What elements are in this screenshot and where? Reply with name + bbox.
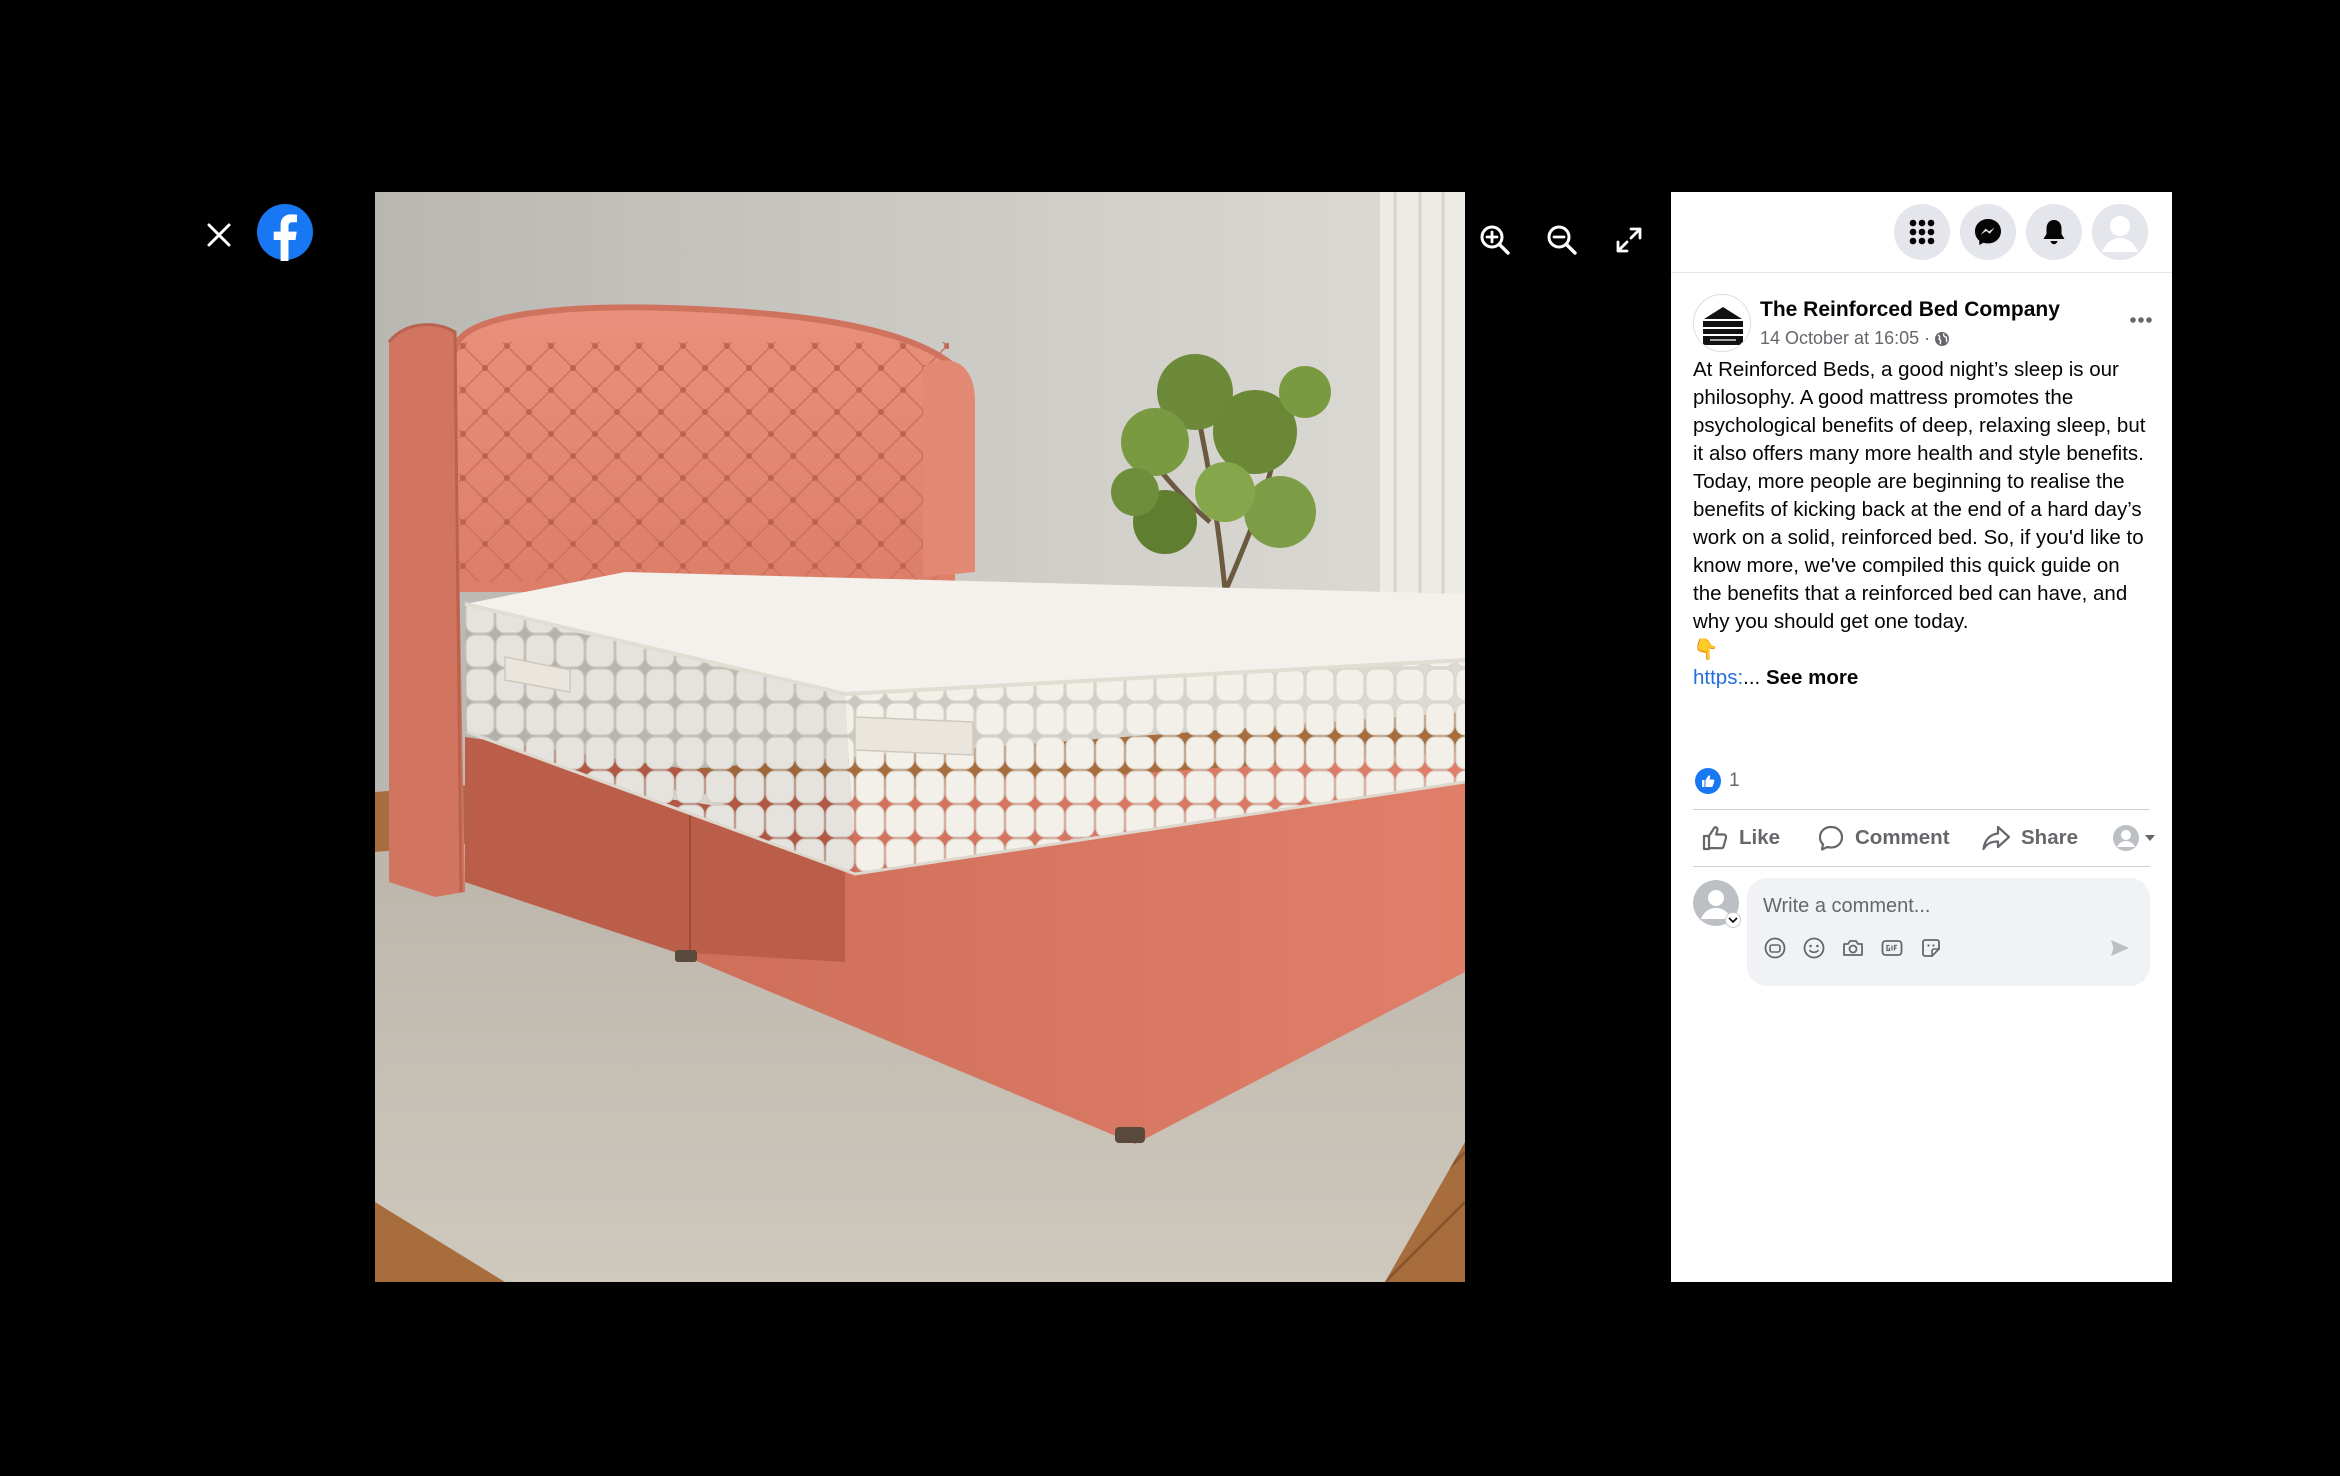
reactions-summary[interactable]: 1 — [1695, 766, 1740, 796]
post-emoji: 👇 — [1693, 638, 1719, 661]
page-name-link[interactable]: The Reinforced Bed Company — [1760, 298, 2060, 322]
post-header: The Reinforced Bed Company 14 October at… — [1693, 294, 2153, 354]
share-label: Share — [2021, 826, 2078, 849]
zoom-in-button[interactable] — [1473, 218, 1517, 262]
top-navigation-bar — [1671, 192, 2172, 273]
divider — [1693, 866, 2150, 867]
fullscreen-button[interactable] — [1607, 218, 1651, 262]
zoom-out-icon — [1547, 225, 1577, 255]
like-button[interactable]: Like — [1701, 816, 1780, 860]
sticker-icon — [1922, 939, 1940, 957]
messenger-button[interactable] — [1960, 204, 2016, 260]
post-options-button[interactable] — [2121, 300, 2161, 340]
post-link-line: https:... See more — [1693, 664, 2153, 692]
timestamp-text: 14 October at 16:05 · — [1760, 328, 1931, 348]
send-icon — [2111, 940, 2129, 956]
account-avatar-button[interactable] — [2092, 204, 2148, 260]
grid-menu-icon — [1909, 219, 1935, 245]
comment-as-selector[interactable] — [2112, 822, 2156, 854]
close-icon — [207, 223, 231, 247]
notifications-button[interactable] — [2026, 204, 2082, 260]
comment-button[interactable]: Comment — [1817, 816, 1950, 860]
more-dots-icon — [2130, 317, 2152, 323]
avatar-sticker-icon — [1764, 937, 1786, 959]
globe-icon — [1935, 331, 1950, 346]
camera-icon — [1843, 940, 1863, 956]
like-label: Like — [1739, 826, 1781, 849]
expand-icon — [1616, 227, 1642, 253]
bell-icon — [2043, 220, 2065, 245]
divider — [1693, 809, 2150, 810]
comment-input[interactable] — [1761, 888, 2135, 924]
menu-button[interactable] — [1894, 204, 1950, 260]
post-body: At Reinforced Beds, a good night’s sleep… — [1693, 356, 2153, 692]
post-body-text: At Reinforced Beds, a good night’s sleep… — [1693, 358, 2146, 633]
page-avatar[interactable] — [1693, 294, 1751, 352]
caret-down-icon — [2145, 835, 2155, 841]
commenter-switch-button[interactable] — [1725, 912, 1741, 928]
see-more-button[interactable]: See more — [1766, 666, 1858, 689]
comment-bubble-icon — [1818, 825, 1844, 851]
gif-button[interactable] — [1878, 934, 1906, 962]
emoji-icon — [1803, 937, 1825, 959]
avatar-sticker-button[interactable] — [1761, 934, 1789, 962]
post-ellipsis: ... — [1743, 666, 1766, 689]
post-details-panel: The Reinforced Bed Company 14 October at… — [1671, 192, 2172, 1282]
zoom-in-icon — [1480, 225, 1510, 255]
send-comment-button[interactable] — [2105, 933, 2135, 963]
photo-button[interactable] — [1839, 934, 1867, 962]
thumbs-up-icon — [1702, 826, 1728, 851]
reaction-count: 1 — [1729, 770, 1740, 791]
post-link[interactable]: https: — [1693, 666, 1743, 689]
comment-label: Comment — [1855, 826, 1950, 849]
profile-avatar-icon — [2113, 825, 2139, 851]
chevron-down-icon — [1728, 917, 1738, 924]
zoom-out-button[interactable] — [1540, 218, 1584, 262]
bed-logo-icon — [1694, 295, 1750, 351]
facebook-logo[interactable] — [256, 203, 314, 261]
gif-icon — [1881, 940, 1903, 956]
sticker-button[interactable] — [1917, 934, 1945, 962]
messenger-icon — [1975, 219, 2001, 245]
post-timestamp[interactable]: 14 October at 16:05 · — [1760, 328, 1950, 349]
avatar-icon — [2092, 204, 2148, 260]
post-photo — [375, 192, 1465, 1282]
share-arrow-icon — [1982, 825, 2011, 851]
close-viewer-button[interactable] — [196, 212, 242, 258]
emoji-button[interactable] — [1800, 934, 1828, 962]
like-reaction-icon — [1695, 768, 1721, 794]
share-button[interactable]: Share — [1981, 816, 2078, 860]
comment-composer — [1747, 878, 2150, 986]
